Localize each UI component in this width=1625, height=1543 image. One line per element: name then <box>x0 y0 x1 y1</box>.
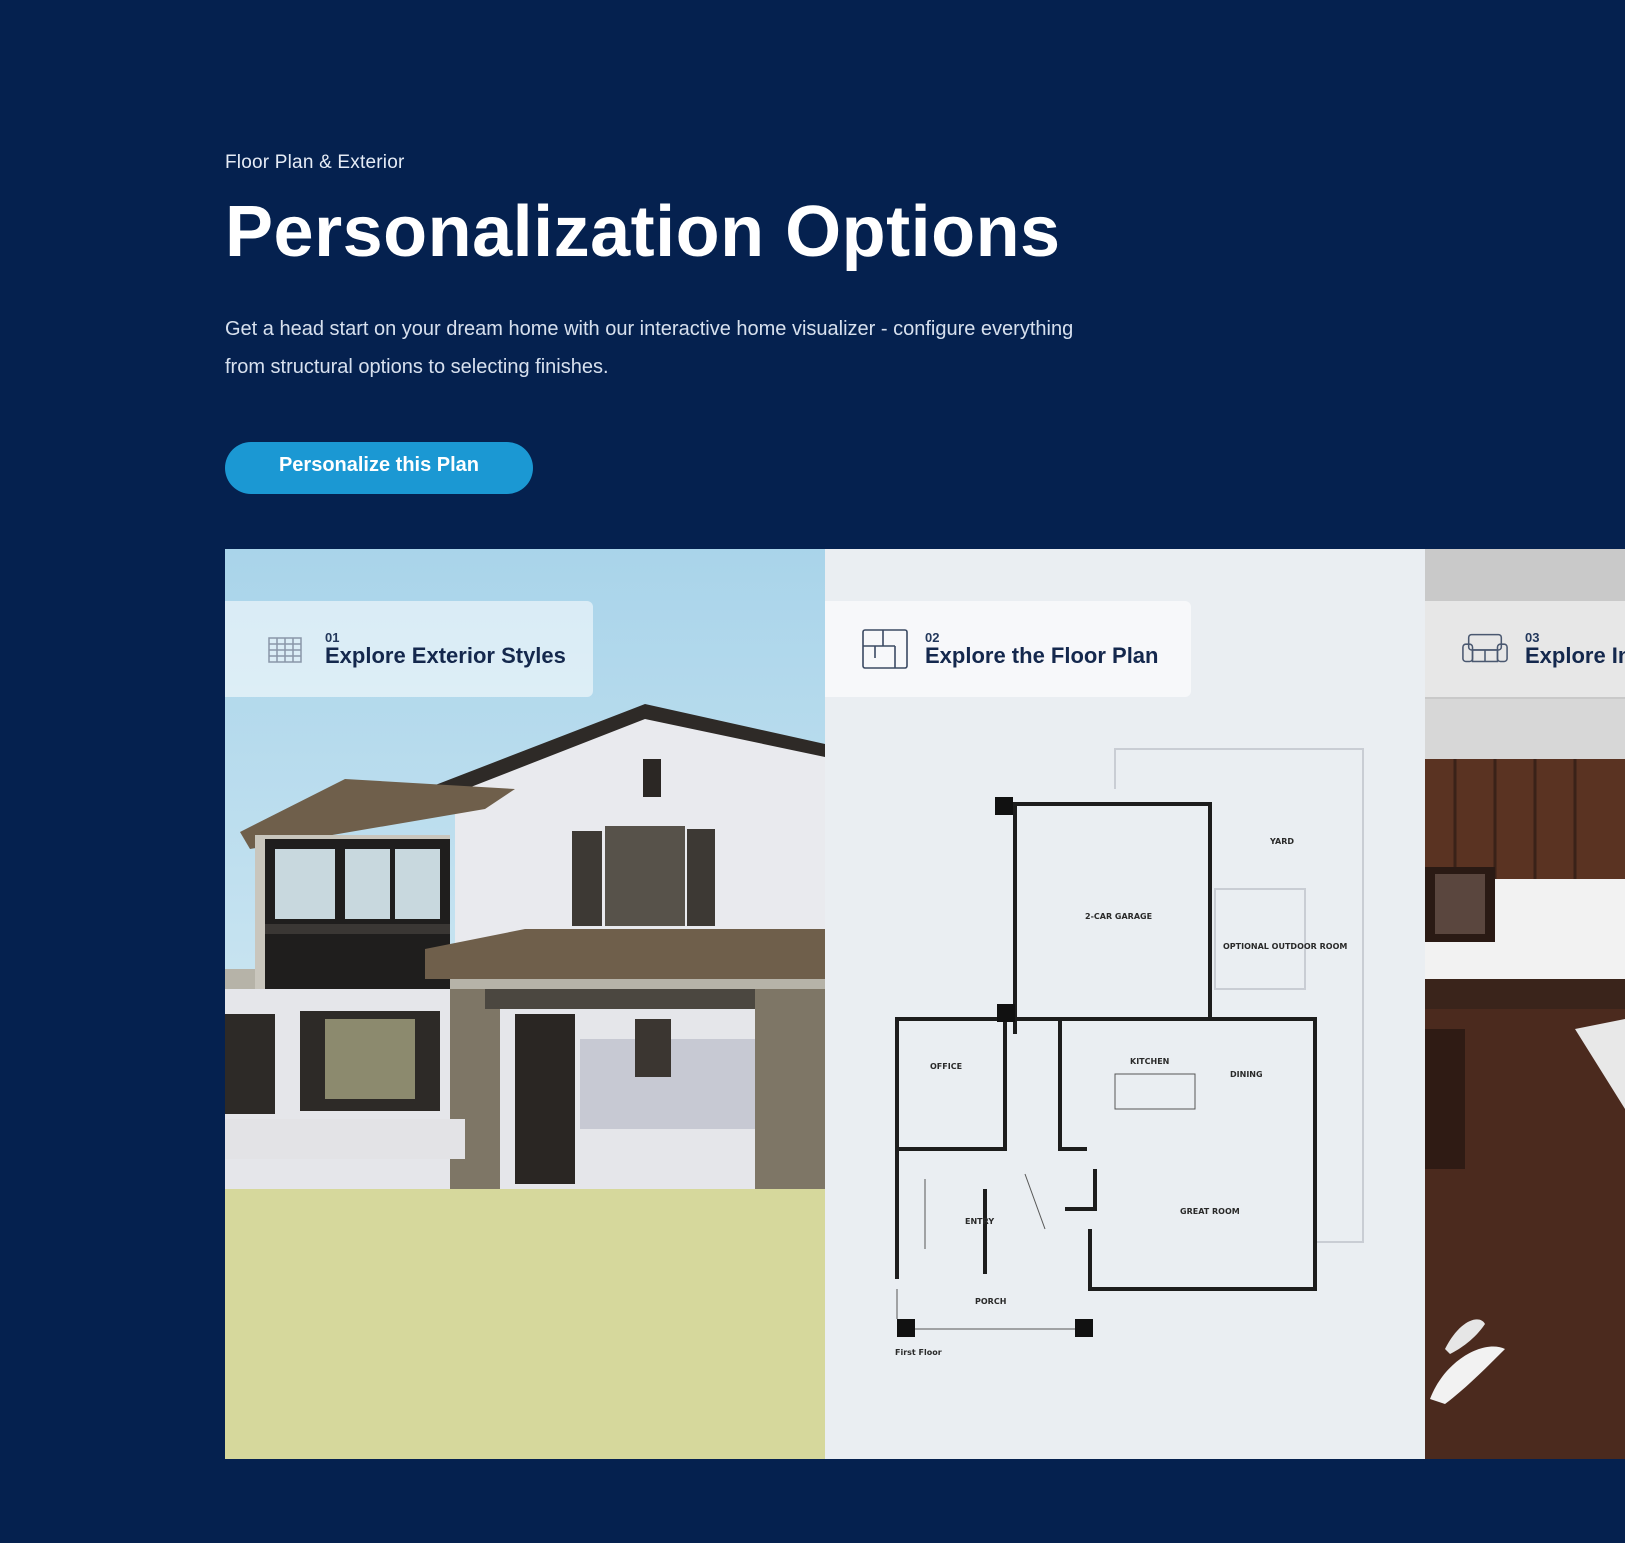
floor-plan-label-kitchen: KITCHEN <box>1130 1057 1169 1066</box>
explore-panels: 01 Explore Exterior Styles YARD 2-CAR GA… <box>225 549 1625 1459</box>
section-description: Get a head start on your dream home with… <box>225 318 1074 378</box>
panel-label: Explore In <box>1525 643 1625 669</box>
panel-number: 01 <box>325 629 340 645</box>
floor-plan-label-office: OFFICE <box>930 1062 962 1071</box>
panel-badge-interior: 03 Explore In <box>1425 601 1625 697</box>
floor-plan-label-dining: DINING <box>1230 1070 1263 1079</box>
sofa-icon <box>1461 628 1509 670</box>
explore-floor-plan-panel[interactable]: YARD 2-CAR GARAGE OPTIONAL OUTDOOR ROOM … <box>825 549 1425 1459</box>
panel-number: 02 <box>925 629 940 645</box>
floor-plan-label-first-floor: First Floor <box>895 1348 942 1357</box>
floor-plan-label-yard: YARD <box>1269 837 1294 846</box>
eyebrow-label: Floor Plan & Exterior <box>225 152 405 173</box>
page-title: Personalization Options <box>225 192 1061 272</box>
house-facade-icon <box>261 628 309 670</box>
panel-number: 03 <box>1525 629 1540 645</box>
explore-exterior-panel[interactable]: 01 Explore Exterior Styles <box>225 549 825 1459</box>
panel-badge-exterior: 01 Explore Exterior Styles <box>225 601 593 697</box>
floor-plan-label-great-room: GREAT ROOM <box>1180 1207 1240 1216</box>
personalize-plan-button[interactable]: Personalize this Plan <box>225 442 533 494</box>
floor-plan-label-entry: ENTRY <box>965 1217 994 1226</box>
panel-label: Explore the Floor Plan <box>925 643 1159 669</box>
explore-interior-panel[interactable]: 03 Explore In <box>1425 549 1625 1459</box>
floor-plan-icon <box>861 628 909 670</box>
floor-plan-label-porch: PORCH <box>975 1297 1006 1306</box>
floor-plan-label-optional-room: OPTIONAL OUTDOOR ROOM <box>1223 942 1347 951</box>
panel-badge-floor-plan: 02 Explore the Floor Plan <box>825 601 1191 697</box>
floor-plan-label-garage: 2-CAR GARAGE <box>1085 912 1152 921</box>
panel-label: Explore Exterior Styles <box>325 643 566 669</box>
